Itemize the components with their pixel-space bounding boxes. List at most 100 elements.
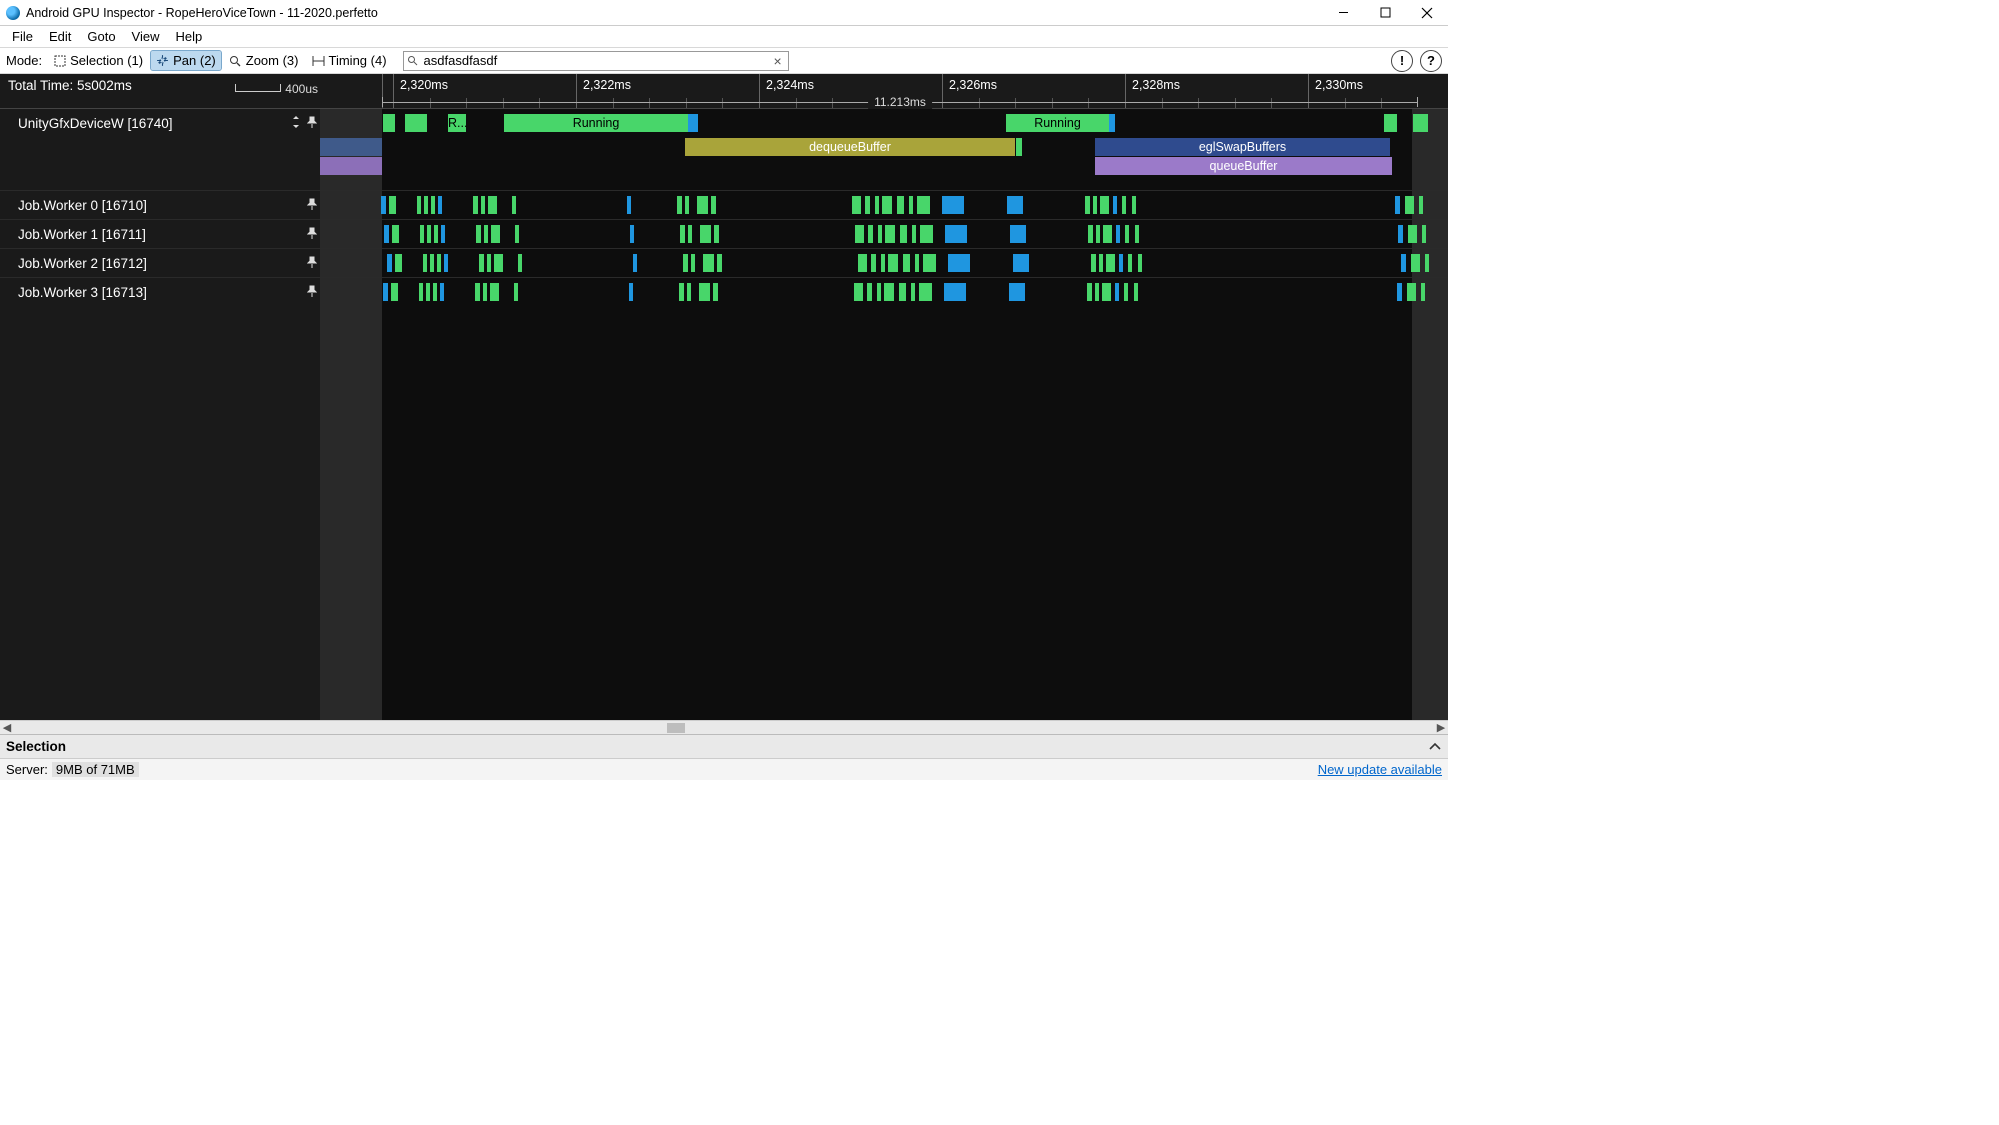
trace-slice[interactable] [629,283,633,301]
trace-slice[interactable] [430,254,434,272]
trace-slice[interactable] [1132,196,1136,214]
trace-slice[interactable] [915,254,919,272]
trace-slice[interactable]: eglSwapBuffers [1095,138,1390,156]
time-ruler[interactable]: Total Time: 5s002ms 400us 2,320ms2,322ms… [0,74,1448,109]
trace-slice[interactable] [1093,196,1097,214]
track-worker[interactable]: Job.Worker 2 [16712] [0,249,320,277]
trace-slice[interactable] [433,283,437,301]
scroll-left-button[interactable]: ◀ [0,721,14,734]
trace-slice[interactable] [687,283,691,301]
scroll-thumb[interactable] [667,723,685,733]
trace-slice[interactable] [882,196,892,214]
trace-slice[interactable] [387,254,392,272]
trace-slice[interactable] [1009,283,1025,301]
trace-slice[interactable] [688,225,692,243]
trace-slice[interactable] [1135,225,1139,243]
trace-slice[interactable] [1398,225,1403,243]
trace-slice[interactable] [713,283,718,301]
pin-icon[interactable] [304,256,320,271]
horizontal-scrollbar[interactable]: ◀ ▶ [0,720,1448,734]
trace-slice[interactable] [919,283,932,301]
trace-slice[interactable] [444,254,448,272]
trace-slice[interactable] [854,283,863,301]
trace-slice[interactable] [865,196,870,214]
trace-slice[interactable] [1411,254,1420,272]
trace-slice[interactable] [888,254,898,272]
trace-slice[interactable] [1421,283,1425,301]
trace-slice[interactable] [434,225,438,243]
trace-slice[interactable] [438,196,442,214]
trace-slice[interactable] [942,196,964,214]
trace-slice[interactable] [437,254,441,272]
minimize-button[interactable] [1322,0,1364,26]
trace-slice[interactable] [488,196,497,214]
trace-slice[interactable] [897,196,904,214]
trace-slice[interactable] [688,114,698,132]
trace-slice[interactable] [389,196,396,214]
pin-icon[interactable] [304,285,320,300]
trace-slice[interactable] [1100,196,1109,214]
trace-slice[interactable] [1102,283,1111,301]
trace-slice[interactable] [920,225,933,243]
trace-slice[interactable] [395,254,402,272]
trace-slice[interactable] [944,283,966,301]
scroll-right-button[interactable]: ▶ [1434,721,1448,734]
trace-slice[interactable] [700,225,711,243]
trace-slice[interactable] [630,225,634,243]
trace-slice[interactable] [699,283,710,301]
track-worker[interactable]: Job.Worker 1 [16711] [0,220,320,248]
trace-slice[interactable] [878,225,882,243]
trace-slice[interactable] [1091,254,1096,272]
trace-slice[interactable] [384,225,389,243]
trace-slice[interactable] [683,254,688,272]
collapse-panel-icon[interactable] [1428,739,1442,754]
trace-slice[interactable] [1085,196,1090,214]
trace-slice[interactable] [945,225,967,243]
trace-slice[interactable] [1010,225,1026,243]
trace-slice[interactable]: Running [1006,114,1109,132]
trace-slice[interactable] [392,225,399,243]
trace-slice[interactable] [912,225,916,243]
trace-slice[interactable]: Running [504,114,688,132]
trace-slice[interactable] [383,114,395,132]
trace-slice[interactable] [868,225,873,243]
trace-slice[interactable] [405,114,427,132]
trace-slice[interactable] [697,196,708,214]
trace-slice[interactable] [419,283,423,301]
menu-view[interactable]: View [124,27,168,46]
trace-slice[interactable] [431,196,435,214]
trace-slice[interactable] [899,283,906,301]
trace-slice[interactable] [1395,196,1400,214]
trace-slice[interactable] [1397,283,1402,301]
trace-slice[interactable] [1103,225,1112,243]
trace-slice[interactable] [1405,196,1414,214]
trace-slice[interactable] [515,225,519,243]
trace-slice[interactable] [685,196,689,214]
track-unitygfx[interactable]: UnityGfxDeviceW [16740] [0,109,320,138]
trace-slice[interactable] [417,196,421,214]
trace-slice[interactable] [1408,225,1417,243]
trace-slice[interactable] [1419,196,1423,214]
trace-slice[interactable] [476,225,481,243]
mode-timing[interactable]: Timing (4) [307,51,392,70]
trace-slice[interactable] [487,254,491,272]
trace-slice[interactable] [1087,283,1092,301]
mode-pan[interactable]: Pan (2) [151,51,221,70]
trace-slice[interactable] [514,283,518,301]
close-button[interactable] [1406,0,1448,26]
trace-slice[interactable] [1122,196,1126,214]
trace-slice[interactable] [1384,114,1397,132]
trace-slice[interactable] [1099,254,1103,272]
trace-slice[interactable] [871,254,876,272]
trace-slice[interactable] [1413,114,1428,132]
trace-slice[interactable] [473,196,478,214]
search-input[interactable] [422,53,768,68]
trace-slice[interactable] [1128,254,1132,272]
trace-slice[interactable] [1134,283,1138,301]
trace-slice[interactable] [484,225,488,243]
trace-slice[interactable] [420,225,424,243]
trace-slice[interactable] [391,283,398,301]
trace-slice[interactable]: R... [448,114,466,132]
trace-slice[interactable] [1106,254,1115,272]
trace-slice[interactable] [627,196,631,214]
